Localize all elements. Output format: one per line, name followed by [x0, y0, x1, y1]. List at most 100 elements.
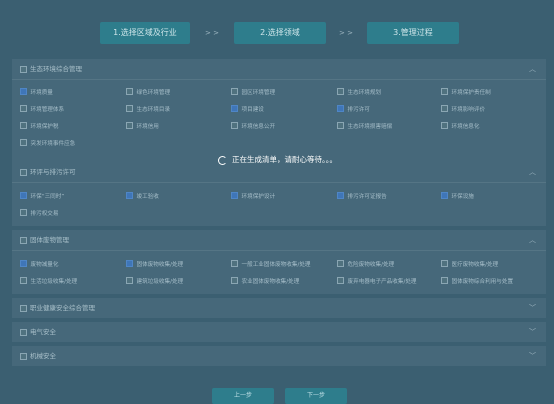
checkbox-unchecked-icon[interactable] — [20, 209, 27, 216]
checkbox-unchecked-icon[interactable] — [441, 277, 448, 284]
checkbox-item[interactable]: 排污许可证报告 — [337, 191, 387, 203]
checkbox-unchecked-icon[interactable] — [441, 260, 448, 267]
checkbox-unchecked-icon[interactable] — [126, 122, 133, 129]
checkbox-unchecked-icon[interactable] — [441, 122, 448, 129]
section-eco-checkbox[interactable] — [20, 66, 27, 73]
checkbox-label: 生活垃圾收集/处理 — [30, 279, 78, 285]
section-eia-checkbox[interactable] — [20, 169, 27, 176]
checkbox-checked-icon[interactable] — [441, 192, 448, 199]
checkbox-item[interactable]: 废弃电器电子产品收集/处理 — [337, 276, 417, 288]
checkbox-label: 固体废物收集/处理 — [136, 262, 184, 268]
checkbox-item[interactable]: 生态环境损害赔偿 — [337, 121, 392, 133]
checkbox-checked-icon[interactable] — [337, 105, 344, 112]
checkbox-item[interactable]: 排污许可 — [337, 104, 370, 116]
checkbox-checked-icon[interactable] — [20, 192, 27, 199]
checkbox-label: 环境质量 — [30, 90, 53, 96]
section-waste-checkbox[interactable] — [20, 237, 27, 244]
checkbox-item[interactable]: 废物减量化 — [20, 259, 58, 271]
checkbox-label: 突发环境事件应急 — [30, 141, 76, 147]
checkbox-checked-icon[interactable] — [337, 192, 344, 199]
checkbox-item[interactable]: 生态环境目录 — [126, 104, 170, 116]
checkbox-item[interactable]: 环保设施 — [441, 191, 474, 203]
checkbox-item[interactable]: 环境信息化 — [441, 121, 479, 133]
checkbox-item[interactable]: 环境信息公开 — [231, 121, 275, 133]
checkbox-item[interactable]: 环境影响评价 — [441, 104, 485, 116]
checkbox-label: 园区环境管理 — [241, 90, 276, 96]
loading-indicator: 正在生成清单，请耐心等待。。。 — [218, 154, 337, 166]
checkbox-unchecked-icon[interactable] — [231, 122, 238, 129]
checkbox-unchecked-icon[interactable] — [126, 277, 133, 284]
checkbox-unchecked-icon[interactable] — [337, 122, 344, 129]
section-elec-title: 电气安全 — [30, 328, 56, 336]
divider — [12, 79, 546, 80]
chevron-down-icon[interactable]: ﹀ — [529, 346, 536, 366]
checkbox-item[interactable]: 环境保护税 — [20, 121, 58, 133]
checkbox-checked-icon[interactable] — [20, 88, 27, 95]
chevron-up-icon[interactable]: ︿ — [529, 59, 536, 79]
checkbox-item[interactable]: 竣工验收 — [126, 191, 159, 203]
checkbox-item[interactable]: 绿色环境管理 — [126, 87, 170, 99]
chevron-up-icon[interactable]: ︿ — [529, 230, 536, 250]
checkbox-unchecked-icon[interactable] — [231, 277, 238, 284]
section-waste-header[interactable]: 固体废物管理 ︿ — [12, 230, 546, 250]
next-step-button[interactable]: 下一步 — [285, 388, 347, 404]
checkbox-label: 危险废物收集/处理 — [347, 262, 395, 268]
section-elec-header[interactable]: 电气安全 ﹀ — [12, 322, 546, 342]
checkbox-item[interactable]: 医疗废物收集/处理 — [441, 259, 498, 271]
section-ohs-checkbox[interactable] — [20, 305, 27, 312]
checkbox-item[interactable]: 环保“三同时” — [20, 191, 64, 203]
chevron-down-icon[interactable]: ﹀ — [529, 298, 536, 318]
checkbox-checked-icon[interactable] — [126, 192, 133, 199]
section-mech-header[interactable]: 机械安全 ﹀ — [12, 346, 546, 366]
step-3-management-process[interactable]: 3.管理过程 — [367, 22, 459, 44]
loading-text: 正在生成清单，请耐心等待。。。 — [232, 155, 337, 164]
checkbox-item[interactable]: 生态环境规划 — [337, 87, 381, 99]
checkbox-checked-icon[interactable] — [231, 192, 238, 199]
chevron-down-icon[interactable]: ﹀ — [529, 322, 536, 342]
checkbox-unchecked-icon[interactable] — [337, 277, 344, 284]
section-ohs-header[interactable]: 职业健康安全综合管理 ﹀ — [12, 298, 546, 318]
section-eco-header[interactable]: 生态环境综合管理 ︿ — [12, 59, 546, 79]
checkbox-label: 竣工验收 — [136, 194, 159, 200]
checkbox-item[interactable]: 固体废物收集/处理 — [126, 259, 183, 271]
checkbox-unchecked-icon[interactable] — [337, 88, 344, 95]
checkbox-item[interactable]: 排污权交易 — [20, 208, 58, 220]
chevron-up-icon[interactable]: ︿ — [529, 162, 536, 182]
checkbox-unchecked-icon[interactable] — [20, 139, 27, 146]
checkbox-item[interactable]: 项目建设 — [231, 104, 264, 116]
checkbox-unchecked-icon[interactable] — [126, 105, 133, 112]
checkbox-checked-icon[interactable] — [126, 260, 133, 267]
checkbox-unchecked-icon[interactable] — [231, 260, 238, 267]
checkbox-item[interactable]: 建筑垃圾收集/处理 — [126, 276, 183, 288]
checkbox-item[interactable]: 环境管理体系 — [20, 104, 64, 116]
checkbox-item[interactable]: 园区环境管理 — [231, 87, 275, 99]
checkbox-item[interactable]: 环境保护设计 — [231, 191, 275, 203]
checkbox-item[interactable]: 危险废物收集/处理 — [337, 259, 394, 271]
checkbox-checked-icon[interactable] — [20, 260, 27, 267]
checkbox-item[interactable]: 环境保护责任制 — [441, 87, 491, 99]
section-ohs-title: 职业健康安全综合管理 — [30, 304, 95, 312]
checkbox-checked-icon[interactable] — [231, 105, 238, 112]
section-elec-checkbox[interactable] — [20, 329, 27, 336]
checkbox-item[interactable]: 突发环境事件应急 — [20, 138, 75, 150]
checkbox-unchecked-icon[interactable] — [441, 88, 448, 95]
checkbox-item[interactable]: 生活垃圾收集/处理 — [20, 276, 77, 288]
checkbox-unchecked-icon[interactable] — [441, 105, 448, 112]
step-2-select-field[interactable]: 2.选择领域 — [234, 22, 326, 44]
checkbox-label: 废弃电器电子产品收集/处理 — [347, 279, 417, 285]
section-mech-checkbox[interactable] — [20, 353, 27, 360]
checkbox-label: 生态环境规划 — [347, 90, 382, 96]
checkbox-item[interactable]: 环境质量 — [20, 87, 53, 99]
checkbox-unchecked-icon[interactable] — [20, 105, 27, 112]
prev-step-button[interactable]: 上一步 — [212, 388, 274, 404]
checkbox-item[interactable]: 一般工业固体废物收集/处理 — [231, 259, 311, 271]
checkbox-item[interactable]: 固体废物综合利用与处置 — [441, 276, 513, 288]
checkbox-item[interactable]: 环境信用 — [126, 121, 159, 133]
step-1-select-region-industry[interactable]: 1.选择区域及行业 — [100, 22, 190, 44]
checkbox-unchecked-icon[interactable] — [20, 277, 27, 284]
checkbox-unchecked-icon[interactable] — [337, 260, 344, 267]
checkbox-item[interactable]: 农业固体废物收集/处理 — [231, 276, 299, 288]
checkbox-unchecked-icon[interactable] — [20, 122, 27, 129]
checkbox-unchecked-icon[interactable] — [231, 88, 238, 95]
checkbox-unchecked-icon[interactable] — [126, 88, 133, 95]
